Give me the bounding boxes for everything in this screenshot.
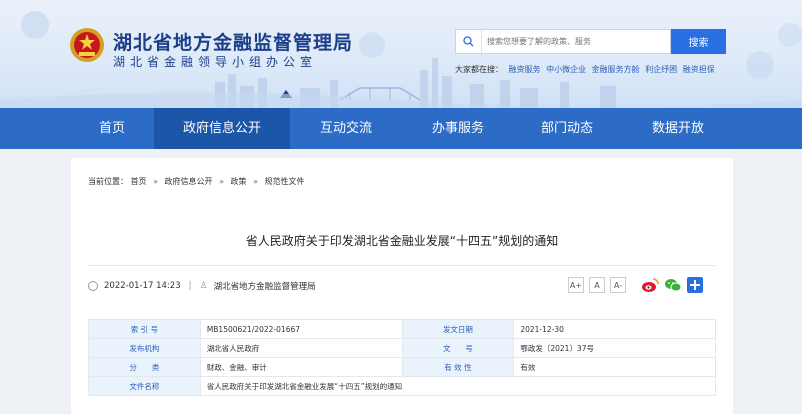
share-plus-icon[interactable] xyxy=(687,277,703,293)
article-meta: 2022-01-17 14:23 | ♙ 湖北省地方金融监督管理局 xyxy=(88,280,316,292)
site-subtitle: 湖北省金融领导小组办公室 xyxy=(113,55,318,69)
nav-item-open-data[interactable]: 数据开放 xyxy=(620,108,736,149)
weibo-icon[interactable] xyxy=(641,277,659,293)
article-title: 省人民政府关于印发湖北省金融业发展“十四五”规划的通知 xyxy=(245,234,559,248)
article-source: 湖北省地方金融监督管理局 xyxy=(213,282,316,292)
article-tools: A+ A A- xyxy=(568,277,708,293)
info-label: 有 效 性 xyxy=(401,357,515,377)
font-decrease-button[interactable]: A- xyxy=(610,277,626,293)
table-row: 分 类 财政、金融、审计 有 效 性 有效 xyxy=(88,357,716,377)
clock-icon xyxy=(88,281,98,291)
font-reset-button[interactable]: A xyxy=(589,277,605,293)
publish-datetime: 2022-01-17 14:23 xyxy=(104,281,181,291)
breadcrumb-separator: » xyxy=(219,177,224,186)
table-row: 文件名称 省人民政府关于印发湖北省金融业发展“十四五”规划的通知 xyxy=(88,376,717,396)
info-value: 鄂政发〔2021〕37号 xyxy=(513,338,716,358)
breadcrumb-item[interactable]: 政府信息公开 xyxy=(165,177,213,186)
popular-searches: 大家都在搜： 融资服务 中小微企业 金融服务方舱 利企纾困 融资担保 xyxy=(455,64,718,75)
breadcrumb-item[interactable]: 政策 xyxy=(231,177,247,186)
nav-item-services[interactable]: 办事服务 xyxy=(402,108,514,149)
info-value: 省人民政府关于印发湖北省金融业发展“十四五”规划的通知 xyxy=(199,376,717,396)
nav-item-gov-info[interactable]: 政府信息公开 xyxy=(154,108,290,149)
breadcrumb-item[interactable]: 规范性文件 xyxy=(265,177,305,186)
search-box xyxy=(455,29,671,54)
meta-divider: | xyxy=(188,281,192,291)
table-row: 发布机构 湖北省人民政府 文 号 鄂政发〔2021〕37号 xyxy=(88,338,716,358)
info-value: 财政、金融、审计 xyxy=(199,357,403,377)
table-row: 索 引 号 MB1500621/2022-01667 发文日期 2021-12-… xyxy=(88,319,716,339)
site-title: 湖北省地方金融监督管理局 xyxy=(113,32,354,54)
font-increase-button[interactable]: A+ xyxy=(568,277,584,293)
quick-link[interactable]: 中小微企业 xyxy=(546,65,586,74)
quick-link[interactable]: 融资服务 xyxy=(509,65,541,74)
wechat-icon[interactable] xyxy=(664,277,682,293)
info-value: 有效 xyxy=(513,357,716,377)
info-label: 发布机构 xyxy=(88,338,201,358)
main-nav: 首页 政府信息公开 互动交流 办事服务 部门动态 数据开放 xyxy=(0,108,802,149)
info-value: 湖北省人民政府 xyxy=(199,338,403,358)
nav-item-home[interactable]: 首页 xyxy=(70,108,154,149)
breadcrumb: 当前位置： 首页 » 政府信息公开 » 政策 » 规范性文件 xyxy=(88,176,305,187)
info-label: 分 类 xyxy=(88,357,201,377)
nav-item-dept-news[interactable]: 部门动态 xyxy=(514,108,620,149)
search-input[interactable] xyxy=(482,37,670,46)
info-label: 索 引 号 xyxy=(88,319,201,339)
document-info-table: 索 引 号 MB1500621/2022-01667 发文日期 2021-12-… xyxy=(88,319,717,396)
search-icon xyxy=(456,30,482,53)
national-emblem-icon xyxy=(70,28,104,62)
breadcrumb-separator: » xyxy=(153,177,158,186)
info-value: MB1500621/2022-01667 xyxy=(199,319,403,339)
popular-searches-label: 大家都在搜： xyxy=(455,65,503,74)
quick-link[interactable]: 融资担保 xyxy=(683,65,715,74)
info-label: 文 号 xyxy=(401,338,515,358)
source-icon: ♙ xyxy=(199,281,208,291)
quick-link[interactable]: 利企纾困 xyxy=(645,65,677,74)
divider xyxy=(88,265,716,266)
article-card: 当前位置： 首页 » 政府信息公开 » 政策 » 规范性文件 省人民政府关于印发… xyxy=(71,158,733,414)
breadcrumb-label: 当前位置： xyxy=(88,177,128,186)
search-button[interactable]: 搜索 xyxy=(671,29,726,54)
site-header: 湖北省地方金融监督管理局 湖北省金融领导小组办公室 搜索 大家都在搜： 融资服务… xyxy=(0,0,802,108)
info-label: 文件名称 xyxy=(88,376,201,396)
quick-link[interactable]: 金融服务方舱 xyxy=(592,65,640,74)
nav-item-interaction[interactable]: 互动交流 xyxy=(290,108,402,149)
breadcrumb-item[interactable]: 首页 xyxy=(131,177,147,186)
share-group xyxy=(641,277,708,293)
info-value: 2021-12-30 xyxy=(513,319,716,339)
info-label: 发文日期 xyxy=(401,319,515,339)
breadcrumb-separator: » xyxy=(253,177,258,186)
